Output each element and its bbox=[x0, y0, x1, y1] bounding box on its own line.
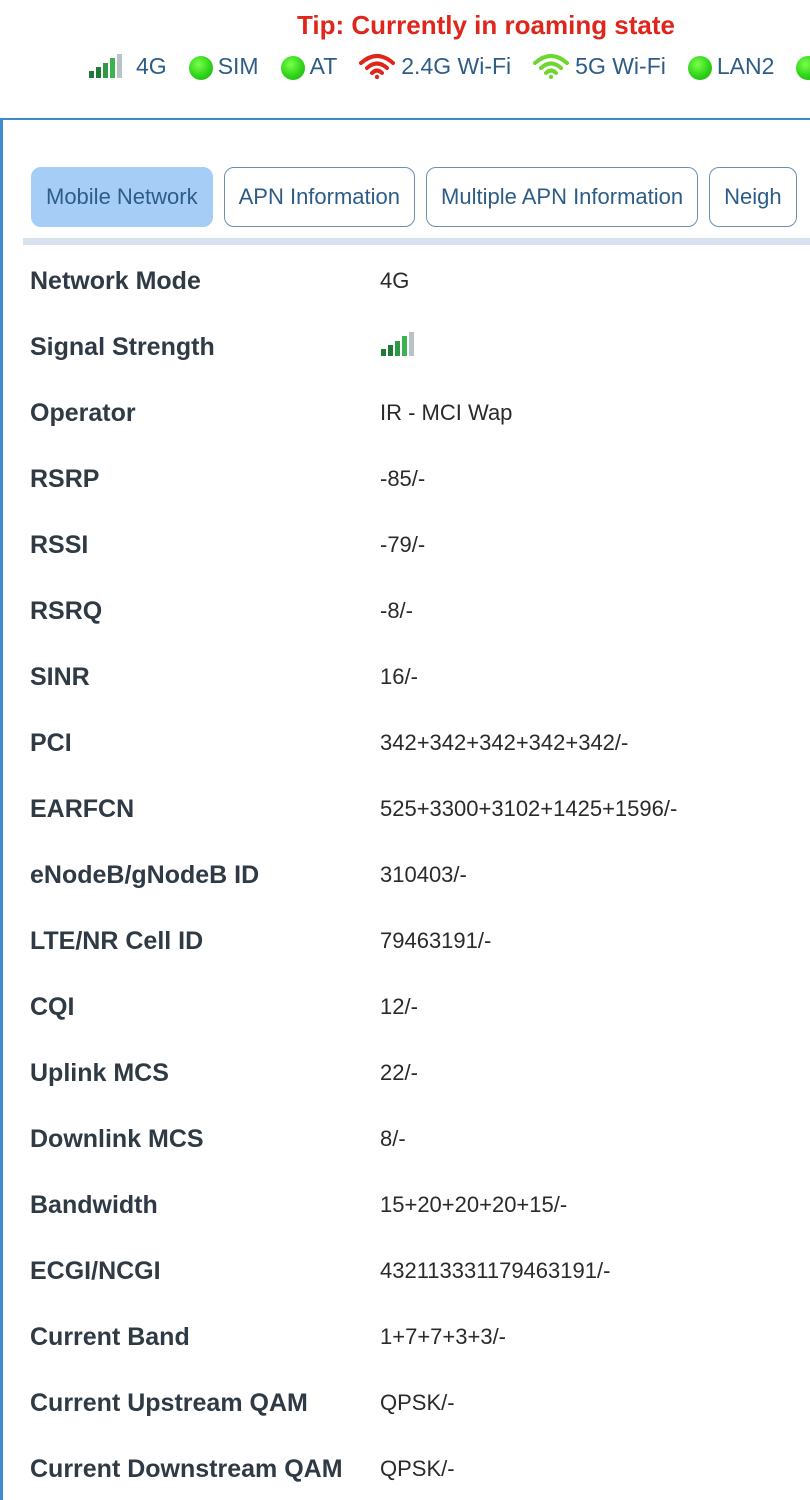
mobile-network-panel: Mobile Network APN Information Multiple … bbox=[0, 118, 810, 1500]
info-table: Network Mode 4G Signal Strength Operator… bbox=[30, 248, 810, 1500]
row-label: LTE/NR Cell ID bbox=[30, 926, 204, 955]
row-label: Downlink MCS bbox=[30, 1124, 204, 1153]
status-lan2: LAN2 bbox=[687, 51, 775, 81]
row-label: Signal Strength bbox=[30, 332, 215, 361]
status-4g: 4G bbox=[88, 51, 167, 81]
row-label: RSRP bbox=[30, 464, 100, 493]
row-value: 432113331179463191/- bbox=[380, 1258, 611, 1283]
row-label: Current Downstream QAM bbox=[30, 1454, 343, 1483]
tab-mobile-network[interactable]: Mobile Network bbox=[31, 167, 213, 227]
row-value: 16/- bbox=[380, 664, 418, 689]
info-row-operator: Operator IR - MCI Wap bbox=[30, 380, 810, 446]
info-row-upstream-qam: Current Upstream QAM QPSK/- bbox=[30, 1370, 810, 1436]
row-value: 342+342+342+342+342/- bbox=[380, 730, 629, 755]
status-indicator-bar: 4G SIM AT 2.4G Wi-Fi 5G Wi-Fi LAN2 bbox=[88, 48, 810, 84]
info-row-rsrp: RSRP -85/- bbox=[30, 446, 810, 512]
info-row-network-mode: Network Mode 4G bbox=[30, 248, 810, 314]
tab-bar: Mobile Network APN Information Multiple … bbox=[31, 167, 808, 227]
row-value: 4G bbox=[380, 268, 410, 293]
row-value: -85/- bbox=[380, 466, 426, 491]
info-row-ecgi: ECGI/NCGI 432113331179463191/- bbox=[30, 1238, 810, 1304]
row-label: RSSI bbox=[30, 530, 89, 559]
status-label: 5G Wi-Fi bbox=[575, 53, 666, 79]
row-label: Network Mode bbox=[30, 266, 201, 295]
row-value: 22/- bbox=[380, 1060, 418, 1085]
tab-neighbor[interactable]: Neigh bbox=[709, 167, 797, 227]
info-row-cqi: CQI 12/- bbox=[30, 974, 810, 1040]
info-row-cell-id: LTE/NR Cell ID 79463191/- bbox=[30, 908, 810, 974]
wifi-icon bbox=[359, 53, 396, 79]
roaming-tip: Tip: Currently in roaming state bbox=[296, 10, 675, 40]
info-row-current-band: Current Band 1+7+7+3+3/- bbox=[30, 1304, 810, 1370]
row-value: 15+20+20+20+15/- bbox=[380, 1192, 568, 1217]
row-value: 8/- bbox=[380, 1126, 406, 1151]
status-wifi-24g: 2.4G Wi-Fi bbox=[359, 51, 511, 81]
green-dot-icon bbox=[280, 56, 305, 80]
status-more bbox=[796, 52, 810, 80]
row-label: EARFCN bbox=[30, 794, 135, 823]
status-label: SIM bbox=[217, 53, 259, 79]
wifi-icon bbox=[533, 53, 570, 79]
info-row-rsrq: RSRQ -8/- bbox=[30, 578, 810, 644]
info-row-rssi: RSSI -79/- bbox=[30, 512, 810, 578]
row-value: 525+3300+3102+1425+1596/- bbox=[380, 796, 678, 821]
status-label: 2.4G Wi-Fi bbox=[401, 53, 512, 79]
row-label: Bandwidth bbox=[30, 1190, 158, 1219]
info-row-signal-strength: Signal Strength bbox=[30, 314, 810, 380]
row-value: 1+7+7+3+3/- bbox=[380, 1324, 507, 1349]
signal-bars-icon bbox=[380, 332, 416, 362]
row-value: QPSK/- bbox=[380, 1456, 455, 1481]
row-label: PCI bbox=[30, 728, 72, 757]
row-label: eNodeB/gNodeB ID bbox=[30, 860, 260, 889]
row-label: RSRQ bbox=[30, 596, 103, 625]
info-row-downlink-mcs: Downlink MCS 8/- bbox=[30, 1106, 810, 1172]
green-dot-icon bbox=[188, 56, 213, 80]
row-label: Current Upstream QAM bbox=[30, 1388, 308, 1417]
status-label: AT bbox=[309, 53, 338, 79]
info-row-downstream-qam: Current Downstream QAM QPSK/- bbox=[30, 1436, 810, 1500]
info-row-bandwidth: Bandwidth 15+20+20+20+15/- bbox=[30, 1172, 810, 1238]
status-label: LAN2 bbox=[716, 53, 775, 79]
row-value: -8/- bbox=[380, 598, 413, 623]
tab-apn-information[interactable]: APN Information bbox=[223, 167, 416, 227]
row-value: 12/- bbox=[380, 994, 418, 1019]
tab-divider bbox=[23, 238, 810, 245]
info-row-uplink-mcs: Uplink MCS 22/- bbox=[30, 1040, 810, 1106]
row-label: SINR bbox=[30, 662, 90, 691]
router-status-page: Tip: Currently in roaming state 4G SIM A… bbox=[0, 0, 810, 1500]
green-dot-icon bbox=[687, 56, 712, 80]
info-row-enodeb-id: eNodeB/gNodeB ID 310403/- bbox=[30, 842, 810, 908]
status-sim: SIM bbox=[188, 51, 259, 81]
row-label: Operator bbox=[30, 398, 136, 427]
row-value: QPSK/- bbox=[380, 1390, 455, 1415]
tab-multiple-apn-information[interactable]: Multiple APN Information bbox=[426, 167, 699, 227]
green-dot-icon bbox=[796, 56, 810, 80]
info-row-earfcn: EARFCN 525+3300+3102+1425+1596/- bbox=[30, 776, 810, 842]
status-label: 4G bbox=[136, 53, 167, 79]
status-header: Tip: Currently in roaming state 4G SIM A… bbox=[0, 0, 810, 118]
row-label: Uplink MCS bbox=[30, 1058, 169, 1087]
signal-bars-icon bbox=[88, 53, 124, 79]
row-value: IR - MCI Wap bbox=[380, 400, 513, 425]
row-value: 310403/- bbox=[380, 862, 467, 887]
row-label: Current Band bbox=[30, 1322, 190, 1351]
status-wifi-5g: 5G Wi-Fi bbox=[533, 51, 666, 81]
row-value: 79463191/- bbox=[380, 928, 492, 953]
status-at: AT bbox=[280, 51, 338, 81]
row-value: -79/- bbox=[380, 532, 426, 557]
info-row-sinr: SINR 16/- bbox=[30, 644, 810, 710]
row-value bbox=[380, 331, 416, 363]
info-row-pci: PCI 342+342+342+342+342/- bbox=[30, 710, 810, 776]
row-label: CQI bbox=[30, 992, 75, 1021]
row-label: ECGI/NCGI bbox=[30, 1256, 161, 1285]
